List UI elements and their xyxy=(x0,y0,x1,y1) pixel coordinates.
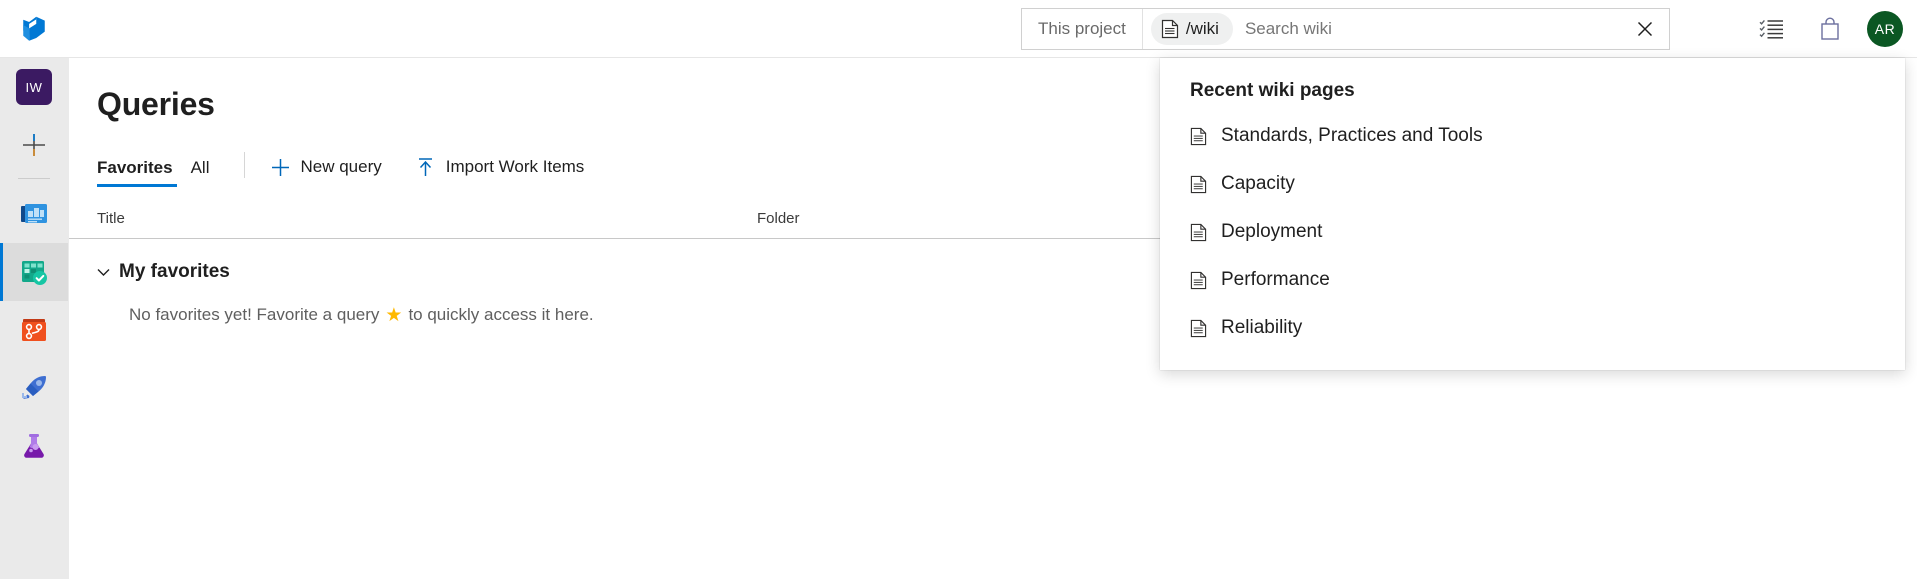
sidebar-item-organization[interactable]: IW xyxy=(0,58,68,116)
sidebar-item-repos[interactable] xyxy=(0,301,68,359)
wiki-page-icon xyxy=(1190,319,1207,338)
search-scope-chip[interactable]: /wiki xyxy=(1151,13,1233,45)
top-bar-actions: AR xyxy=(1743,0,1917,58)
tab-favorites-label: Favorites xyxy=(97,158,173,177)
wiki-page-icon xyxy=(1190,271,1207,290)
column-header-title[interactable]: Title xyxy=(97,210,757,227)
list-item[interactable]: Capacity xyxy=(1160,160,1905,208)
list-item[interactable]: Performance xyxy=(1160,256,1905,304)
test-plans-icon xyxy=(18,430,50,462)
toolbar-divider xyxy=(244,152,245,178)
list-item-label: Performance xyxy=(1221,269,1330,291)
empty-message-prefix: No favorites yet! Favorite a query xyxy=(129,305,379,325)
pipelines-icon xyxy=(18,372,50,404)
repos-icon xyxy=(18,314,50,346)
group-my-favorites-label: My favorites xyxy=(119,261,230,283)
new-project-icon[interactable] xyxy=(0,116,68,174)
list-item-label: Standards, Practices and Tools xyxy=(1221,125,1483,147)
sidebar-item-test-plans[interactable] xyxy=(0,417,68,475)
list-item[interactable]: Deployment xyxy=(1160,208,1905,256)
close-icon[interactable] xyxy=(1621,9,1669,49)
boards-icon xyxy=(18,256,50,288)
chevron-down-icon xyxy=(97,268,110,277)
avatar[interactable]: AR xyxy=(1867,11,1903,47)
avatar-initials: AR xyxy=(1875,21,1895,37)
rail-divider xyxy=(18,178,50,179)
tab-all[interactable]: All xyxy=(191,149,222,187)
tab-favorites[interactable]: Favorites xyxy=(97,149,177,187)
search-scope-selector[interactable]: This project xyxy=(1022,9,1143,49)
upload-icon xyxy=(416,157,435,177)
dropdown-title: Recent wiki pages xyxy=(1190,80,1905,102)
new-query-label: New query xyxy=(301,157,382,177)
work-items-icon[interactable] xyxy=(1743,0,1801,58)
list-item[interactable]: Reliability xyxy=(1160,304,1905,352)
tab-all-label: All xyxy=(191,158,210,177)
wiki-page-icon xyxy=(1190,175,1207,194)
organization-avatar: IW xyxy=(16,69,52,105)
overview-icon xyxy=(18,198,50,230)
wiki-page-icon xyxy=(1190,223,1207,242)
list-item-label: Reliability xyxy=(1221,317,1302,339)
left-rail: IW xyxy=(0,58,68,579)
azure-devops-logo[interactable] xyxy=(0,0,68,58)
wiki-page-icon xyxy=(1161,19,1179,39)
wiki-page-icon xyxy=(1190,127,1207,146)
wiki-search-box[interactable]: This project /wiki xyxy=(1021,8,1670,50)
column-header-folder[interactable]: Folder xyxy=(757,210,800,227)
import-work-items-button[interactable]: Import Work Items xyxy=(416,157,585,187)
list-item-label: Deployment xyxy=(1221,221,1322,243)
sidebar-item-boards[interactable] xyxy=(0,243,68,301)
sidebar-item-pipelines[interactable] xyxy=(0,359,68,417)
recent-wiki-pages-dropdown: Recent wiki pages Standards, Practices a… xyxy=(1160,58,1905,370)
sidebar-item-overview[interactable] xyxy=(0,185,68,243)
list-item[interactable]: Standards, Practices and Tools xyxy=(1160,112,1905,160)
search-input[interactable] xyxy=(1233,9,1621,49)
plus-icon xyxy=(271,158,290,177)
search-chip-label: /wiki xyxy=(1186,19,1219,39)
list-item-label: Capacity xyxy=(1221,173,1295,195)
marketplace-bag-icon[interactable] xyxy=(1801,0,1859,58)
search-scope-label: This project xyxy=(1038,19,1126,39)
import-work-items-label: Import Work Items xyxy=(446,157,585,177)
dropdown-list: Standards, Practices and Tools Capacity xyxy=(1160,112,1905,352)
new-query-button[interactable]: New query xyxy=(271,157,382,187)
organization-initials: IW xyxy=(26,80,43,95)
favorite-star-icon: ★ xyxy=(385,306,402,325)
empty-message-suffix: to quickly access it here. xyxy=(408,305,593,325)
